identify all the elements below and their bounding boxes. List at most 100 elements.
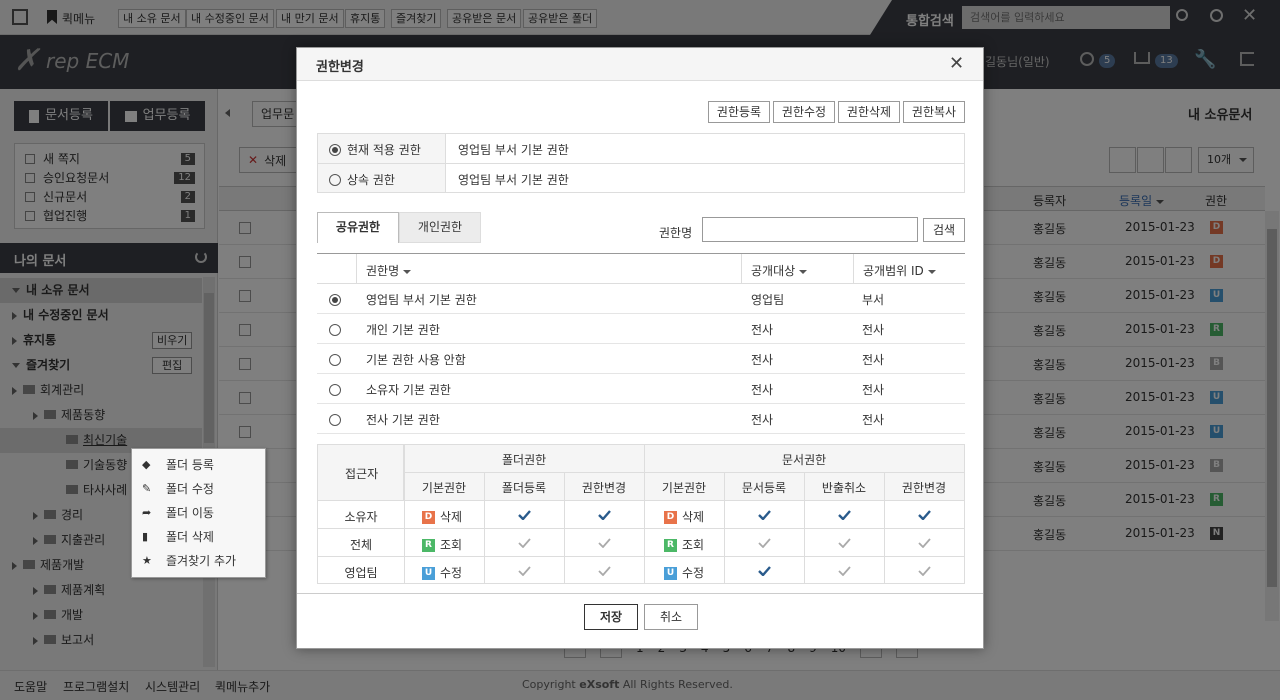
doc-basic-perm[interactable]: U 수정 (664, 564, 704, 581)
current-permission-radio[interactable]: 현재 적용 권한 (329, 141, 421, 158)
search-button[interactable]: 검색 (923, 218, 965, 242)
dialog-title: 권한변경 (316, 60, 364, 75)
public-target: 전사 (751, 323, 774, 337)
check-icon (757, 537, 771, 548)
permission-register-button[interactable]: 권한등록 (708, 101, 770, 123)
doc-basic-perm[interactable]: R 조회 (664, 536, 704, 553)
permission-radio[interactable] (329, 353, 341, 366)
inherit-permission-radio[interactable]: 상속 권한 (329, 171, 395, 188)
perm-badge: U (664, 567, 677, 580)
tab-label: 공유권한 (335, 220, 381, 234)
ctx-folder-delete[interactable]: ▮ 폴더 삭제 (132, 525, 265, 549)
dialog-close-icon[interactable]: ✕ (949, 53, 964, 75)
col-public-scope[interactable]: 공개범위 ID (863, 262, 936, 279)
check-icon (597, 537, 611, 548)
permission-edit-button[interactable]: 권한수정 (773, 101, 835, 123)
public-target: 전사 (751, 383, 774, 397)
permission-detail-table: 접근자 폴더권한 문서권한 기본권한 폴더등록 권한변경 기본권한 문서등록 반출취소 권한… (317, 444, 965, 584)
doc-checkout-cancel-check[interactable] (804, 535, 884, 549)
perm-subheader: 문서등록 (741, 481, 787, 495)
doc-change-check[interactable] (884, 563, 964, 577)
tab-personal-permission[interactable]: 개인권한 (399, 212, 481, 243)
save-button[interactable]: 저장 (584, 604, 638, 630)
check-icon (517, 537, 531, 548)
folder-register-check[interactable] (484, 535, 564, 549)
doc-register-check[interactable] (724, 535, 804, 549)
cancel-button[interactable]: 취소 (644, 604, 698, 630)
check-icon (917, 537, 931, 548)
doc-register-check[interactable] (724, 563, 804, 577)
public-scope: 전사 (862, 413, 885, 427)
col-permission-name[interactable]: 권한명 (366, 262, 412, 279)
tag-icon: ◆ (142, 458, 151, 471)
folder-basic-perm[interactable]: D 삭제 (422, 508, 462, 525)
sort-icon (799, 269, 808, 274)
perm-subheader: 권한변경 (581, 481, 627, 495)
permission-name: 영업팀 부서 기본 권한 (366, 293, 477, 307)
check-icon (517, 509, 531, 520)
ctx-folder-edit[interactable]: ✎ 폴더 수정 (132, 477, 265, 501)
folder-basic-perm[interactable]: R 조회 (422, 536, 462, 553)
divider (318, 500, 964, 501)
doc-basic-perm[interactable]: D 삭제 (664, 508, 704, 525)
permission-name-input[interactable] (702, 217, 918, 242)
permission-row[interactable]: 소유자 기본 권한 전사 전사 (317, 374, 965, 404)
folder-basic-perm[interactable]: U 수정 (422, 564, 462, 581)
tab-label: 개인권한 (417, 220, 463, 234)
divider (318, 556, 964, 557)
perm-subheader: 권한변경 (901, 481, 947, 495)
ctx-label: 폴더 수정 (166, 482, 214, 496)
folder-context-menu: ◆ 폴더 등록 ✎ 폴더 수정 ➦ 폴더 이동 ▮ 폴더 삭제 ★ 즐겨찾기 추가 (131, 448, 266, 578)
col-public-target[interactable]: 공개대상 (751, 262, 808, 279)
col-label: 공개범위 ID (863, 264, 924, 278)
tab-shared-permission[interactable]: 공유권한 (317, 212, 399, 243)
permission-copy-button[interactable]: 권한복사 (903, 101, 965, 123)
permission-radio[interactable] (329, 413, 341, 426)
divider (644, 445, 645, 583)
ctx-label: 폴더 이동 (166, 506, 214, 520)
ctx-folder-register[interactable]: ◆ 폴더 등록 (132, 453, 265, 477)
permission-name-label: 권한명 (659, 226, 693, 240)
perm-badge: R (664, 539, 677, 552)
perm-basic-label: 수정 (440, 566, 463, 580)
folder-change-check[interactable] (564, 535, 644, 549)
folder-register-check[interactable] (484, 507, 564, 521)
permission-row[interactable]: 개인 기본 권한 전사 전사 (317, 314, 965, 344)
check-icon (597, 565, 611, 576)
permission-radio[interactable] (329, 323, 341, 336)
doc-register-check[interactable] (724, 507, 804, 521)
permission-row[interactable]: 기본 권한 사용 안함 전사 전사 (317, 344, 965, 374)
public-scope: 전사 (862, 323, 885, 337)
permission-name: 개인 기본 권한 (366, 323, 440, 337)
radio-icon[interactable] (329, 143, 341, 156)
perm-basic-label: 조회 (440, 538, 463, 552)
permission-delete-button[interactable]: 권한삭제 (838, 101, 900, 123)
folder-change-check[interactable] (564, 507, 644, 521)
divider (853, 254, 854, 283)
check-icon (837, 537, 851, 548)
ctx-folder-move[interactable]: ➦ 폴더 이동 (132, 501, 265, 525)
ctx-label: 폴더 삭제 (166, 530, 214, 544)
public-target: 전사 (751, 413, 774, 427)
permission-radio[interactable] (329, 383, 341, 396)
permission-radio[interactable] (329, 293, 341, 306)
public-target: 영업팀 (751, 293, 785, 307)
radio-icon[interactable] (329, 173, 341, 186)
folder-register-check[interactable] (484, 563, 564, 577)
permission-row[interactable]: 전사 기본 권한 전사 전사 (317, 404, 965, 434)
perm-basic-label: 조회 (682, 538, 705, 552)
folder-change-check[interactable] (564, 563, 644, 577)
perm-badge: D (664, 511, 677, 524)
public-scope: 전사 (862, 353, 885, 367)
check-icon (837, 565, 851, 576)
inherit-permission-label: 상속 권한 (347, 173, 395, 187)
permission-row[interactable]: 영업팀 부서 기본 권한 영업팀 부서 (317, 284, 965, 314)
permission-name: 전사 기본 권한 (366, 413, 440, 427)
divider (297, 593, 983, 594)
check-icon (757, 509, 771, 520)
doc-checkout-cancel-check[interactable] (804, 563, 884, 577)
ctx-add-favorite[interactable]: ★ 즐겨찾기 추가 (132, 549, 265, 573)
doc-change-check[interactable] (884, 535, 964, 549)
doc-checkout-cancel-check[interactable] (804, 507, 884, 521)
doc-change-check[interactable] (884, 507, 964, 521)
